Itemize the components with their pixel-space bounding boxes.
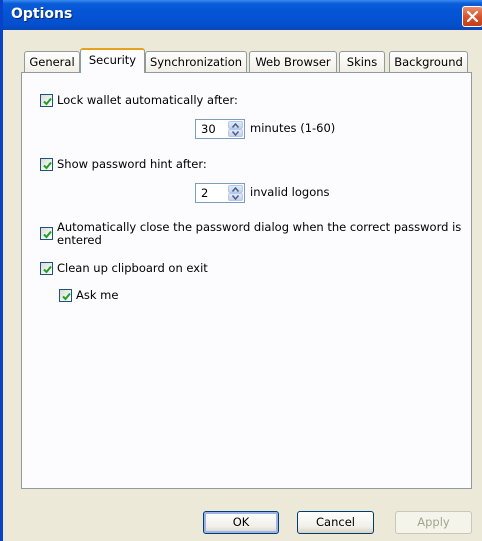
tab-label: Security xyxy=(88,53,137,67)
tab-label: Skins xyxy=(346,55,378,69)
close-button[interactable] xyxy=(462,6,482,27)
lock-minutes-down-button[interactable] xyxy=(228,129,243,137)
ok-button[interactable]: OK xyxy=(203,511,279,534)
tab-security[interactable]: Security xyxy=(80,48,145,73)
tab-general[interactable]: General xyxy=(24,51,80,72)
close-icon xyxy=(467,11,478,22)
lock-wallet-label[interactable]: Lock wallet automatically after: xyxy=(57,93,238,107)
apply-button-label: Apply xyxy=(417,515,450,529)
hint-logons-up-button[interactable] xyxy=(228,185,243,193)
chevron-down-icon xyxy=(232,131,239,136)
hint-logons-suffix: invalid logons xyxy=(250,185,330,199)
auto-close-checkbox[interactable] xyxy=(40,227,53,240)
hint-logons-down-button[interactable] xyxy=(228,193,243,201)
checkmark-icon xyxy=(43,230,52,239)
lock-wallet-checkbox[interactable] xyxy=(40,94,53,107)
title-bar[interactable]: Options xyxy=(3,0,482,30)
checkmark-icon xyxy=(62,292,71,301)
lock-minutes-spin-buttons xyxy=(228,121,243,137)
ask-me-label[interactable]: Ask me xyxy=(76,288,118,302)
ok-button-label: OK xyxy=(232,515,250,529)
hint-logons-spinbox[interactable]: 2 xyxy=(195,183,245,203)
tab-label: Background xyxy=(394,55,463,69)
checkmark-icon xyxy=(43,97,52,106)
auto-close-label[interactable]: Automatically close the password dialog … xyxy=(57,221,472,247)
security-panel xyxy=(21,72,472,489)
chevron-down-icon xyxy=(232,195,239,200)
show-hint-label[interactable]: Show password hint after: xyxy=(57,157,207,171)
tab-label: General xyxy=(29,55,75,69)
tab-synchronization[interactable]: Synchronization xyxy=(145,51,247,72)
chevron-up-icon xyxy=(232,123,239,128)
tab-background[interactable]: Background xyxy=(389,51,468,72)
apply-button[interactable]: Apply xyxy=(395,511,472,534)
hint-logons-value[interactable]: 2 xyxy=(201,186,208,200)
tab-web-browser[interactable]: Web Browser xyxy=(249,51,337,72)
lock-minutes-up-button[interactable] xyxy=(228,121,243,129)
tab-label: Web Browser xyxy=(255,55,331,69)
chevron-up-icon xyxy=(232,187,239,192)
clean-clipboard-checkbox[interactable] xyxy=(40,262,53,275)
lock-minutes-spinbox[interactable]: 30 xyxy=(195,119,245,139)
window-title: Options xyxy=(11,6,73,22)
hint-logons-spin-buttons xyxy=(228,185,243,201)
checkmark-icon xyxy=(43,265,52,274)
tab-skins[interactable]: Skins xyxy=(339,51,385,72)
checkmark-icon xyxy=(43,161,52,170)
clean-clipboard-label[interactable]: Clean up clipboard on exit xyxy=(57,261,208,275)
cancel-button-label: Cancel xyxy=(316,515,355,529)
lock-minutes-suffix: minutes (1-60) xyxy=(250,121,336,135)
lock-minutes-value[interactable]: 30 xyxy=(201,122,216,136)
ask-me-checkbox[interactable] xyxy=(59,289,72,302)
tab-label: Synchronization xyxy=(149,55,243,69)
show-hint-checkbox[interactable] xyxy=(40,158,53,171)
cancel-button[interactable]: Cancel xyxy=(297,511,374,534)
